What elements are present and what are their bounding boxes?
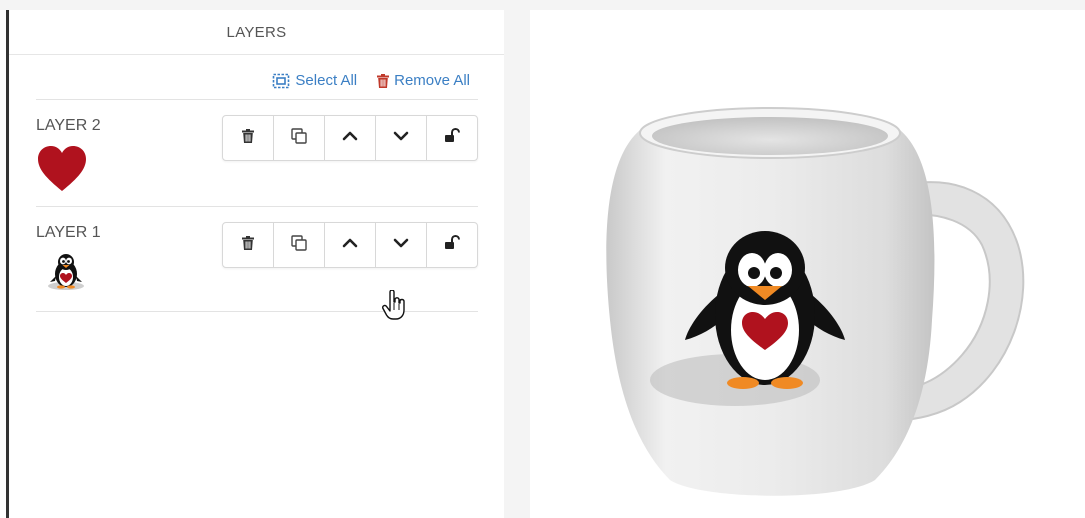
panel-title: LAYERS [9,10,504,55]
penguin-thumbnail [46,250,90,297]
duplicate-layer-button[interactable] [274,223,325,267]
layers-panel: LAYERS Select All Remove All LAYER 2 LAY… [9,10,504,518]
heart-thumbnail [36,145,88,198]
trash-icon [242,235,254,255]
move-up-button[interactable] [325,116,376,160]
panel-gap [504,10,530,518]
mug-preview [606,107,1025,496]
layer-button-group [222,115,478,161]
design-canvas[interactable] [530,10,1085,518]
unlock-icon [444,234,460,256]
select-all-button[interactable]: Select All [272,72,357,89]
trash-icon [377,73,390,88]
divider [36,311,478,312]
layer-row-1[interactable]: LAYER 1 [36,222,478,330]
layer-row-2[interactable]: LAYER 2 [36,115,478,223]
trash-icon [242,128,254,148]
layer-actions: Select All Remove All [272,72,470,89]
move-down-button[interactable] [376,223,427,267]
lock-toggle-button[interactable] [427,223,477,267]
lock-toggle-button[interactable] [427,116,477,160]
delete-layer-button[interactable] [223,116,274,160]
duplicate-icon [291,127,307,149]
layer-name: LAYER 2 [36,117,101,134]
top-strip [0,0,1085,10]
divider [36,206,478,207]
select-all-label: Select All [295,72,358,89]
divider [36,99,478,100]
duplicate-layer-button[interactable] [274,116,325,160]
move-up-button[interactable] [325,223,376,267]
unlock-icon [444,127,460,149]
remove-all-label: Remove All [394,72,470,89]
layer-name: LAYER 1 [36,224,101,241]
duplicate-icon [291,234,307,256]
move-down-button[interactable] [376,116,427,160]
chevron-down-icon [393,236,409,254]
delete-layer-button[interactable] [223,223,274,267]
chevron-up-icon [342,129,358,147]
chevron-down-icon [393,129,409,147]
layer-button-group [222,222,478,268]
select-all-icon [272,73,290,89]
hand-cursor-icon [382,289,406,325]
remove-all-button[interactable]: Remove All [377,72,470,89]
chevron-up-icon [342,236,358,254]
